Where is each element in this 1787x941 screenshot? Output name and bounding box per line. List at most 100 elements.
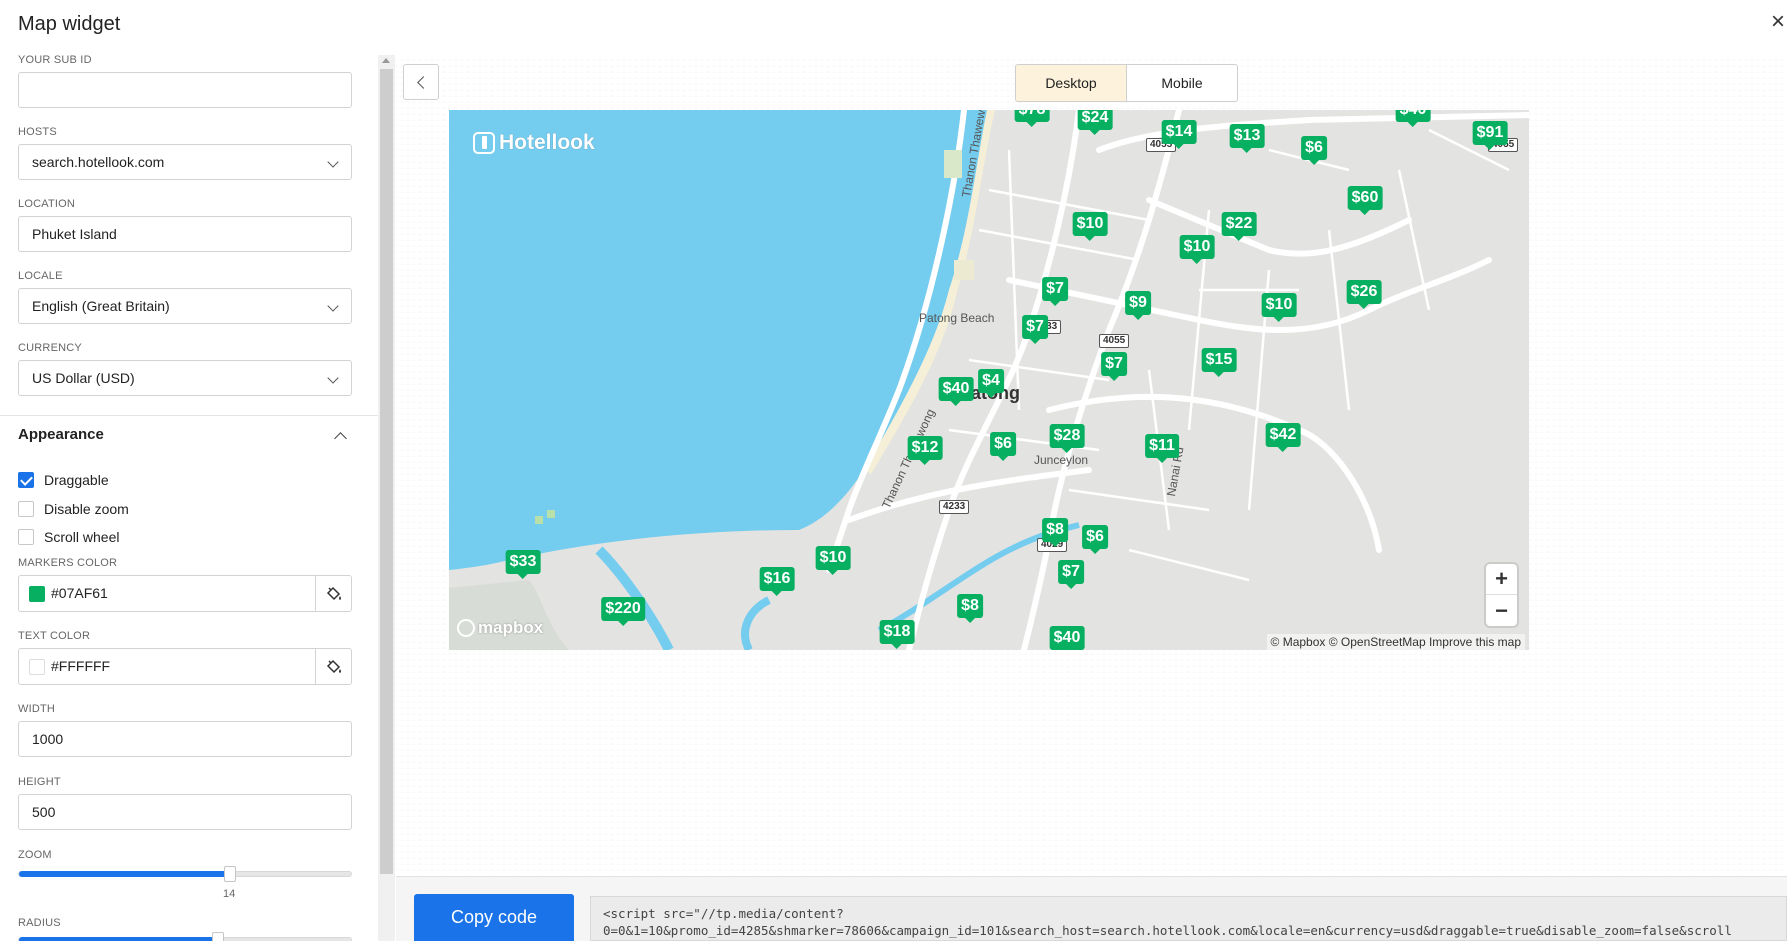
hosts-value: search.hotellook.com <box>32 154 165 170</box>
markers-color-label: MARKERS COLOR <box>18 557 118 569</box>
disable-zoom-checkbox[interactable] <box>18 501 34 517</box>
price-marker[interactable]: $16 <box>759 567 795 596</box>
price-marker[interactable]: $4 <box>978 369 1004 398</box>
price-marker[interactable]: $91 <box>1472 121 1508 150</box>
price-marker[interactable]: $7 <box>1101 352 1127 381</box>
price-marker[interactable]: $15 <box>1201 348 1237 377</box>
markers-color-swatch <box>29 586 45 602</box>
price-marker[interactable]: $10 <box>815 546 851 575</box>
price-marker[interactable]: $10 <box>1072 212 1108 241</box>
price-marker[interactable]: $28 <box>1049 424 1085 453</box>
price-marker[interactable]: $8 <box>1042 518 1068 547</box>
road-shield: 4055 <box>1099 334 1130 348</box>
map-attribution[interactable]: © Mapbox © OpenStreetMap Improve this ma… <box>1266 634 1525 650</box>
chevron-up-icon[interactable] <box>334 432 347 445</box>
back-button[interactable] <box>403 64 439 100</box>
price-marker[interactable]: $9 <box>1125 291 1151 320</box>
map-label-junceylon: Junceylon <box>1034 453 1089 467</box>
map-widget[interactable]: Hotellook Patong Beach Patong Thanon Tha… <box>449 110 1529 650</box>
sidebar-scrollbar[interactable] <box>378 55 395 941</box>
radius-slider[interactable] <box>18 932 352 941</box>
price-marker[interactable]: $60 <box>1347 186 1383 215</box>
scroll-up-icon[interactable] <box>382 58 390 63</box>
chevron-down-icon <box>327 156 339 168</box>
scrollbar-thumb[interactable] <box>380 69 393 874</box>
mapbox-logo: mapbox <box>457 618 543 638</box>
text-color-swatch <box>29 659 45 675</box>
paint-bucket-icon[interactable] <box>315 576 351 611</box>
zoom-slider-thumb[interactable] <box>224 866 236 882</box>
tab-mobile[interactable]: Mobile <box>1127 65 1237 101</box>
scroll-wheel-checkbox[interactable] <box>18 529 34 545</box>
hosts-label: HOSTS <box>18 126 57 138</box>
price-marker[interactable]: $6 <box>990 432 1016 461</box>
hosts-select[interactable]: search.hotellook.com <box>18 144 352 180</box>
chevron-down-icon <box>327 300 339 312</box>
zoom-in-button[interactable]: + <box>1486 564 1517 595</box>
zoom-slider[interactable] <box>18 866 352 882</box>
window-title: Map widget <box>18 13 121 35</box>
section-divider <box>0 415 378 416</box>
window-titlebar: Map widget × <box>0 0 1787 48</box>
currency-value: US Dollar (USD) <box>32 370 135 386</box>
price-marker[interactable]: $220 <box>601 597 645 626</box>
hotellook-brand: Hotellook <box>499 131 595 154</box>
price-marker[interactable]: $40 <box>938 377 974 406</box>
price-marker[interactable]: $42 <box>1265 423 1301 452</box>
location-label: LOCATION <box>18 198 76 210</box>
draggable-checkbox[interactable] <box>18 472 34 488</box>
draggable-label[interactable]: Draggable <box>44 472 109 488</box>
price-marker[interactable]: $14 <box>1161 120 1197 149</box>
scroll-wheel-label[interactable]: Scroll wheel <box>44 529 119 545</box>
width-label: WIDTH <box>18 703 56 715</box>
price-marker[interactable]: $26 <box>1346 280 1382 309</box>
price-marker[interactable]: $10 <box>1179 235 1215 264</box>
price-marker[interactable]: $7 <box>1058 560 1084 589</box>
markers-color-value: #07AF61 <box>51 585 108 601</box>
price-marker[interactable]: $6 <box>1082 525 1108 554</box>
price-marker[interactable]: $7 <box>1042 277 1068 306</box>
price-marker[interactable]: $24 <box>1077 110 1113 135</box>
markers-color-field[interactable]: #07AF61 <box>18 575 352 612</box>
chevron-down-icon <box>327 372 339 384</box>
hotellook-logo: Hotellook <box>473 131 595 155</box>
radius-label: RADIUS <box>18 917 61 929</box>
radius-slider-thumb[interactable] <box>212 932 224 941</box>
zoom-out-button[interactable]: − <box>1486 595 1517 626</box>
height-label: HEIGHT <box>18 776 61 788</box>
price-marker[interactable]: $7 <box>1022 315 1048 344</box>
close-icon[interactable]: × <box>1771 10 1785 34</box>
price-marker[interactable]: $13 <box>1229 124 1265 153</box>
price-marker[interactable]: $6 <box>1301 136 1327 165</box>
copy-code-button[interactable]: Copy code <box>414 894 574 941</box>
price-marker[interactable]: $78 <box>1014 110 1050 127</box>
price-marker[interactable]: $10 <box>1261 293 1297 322</box>
currency-select[interactable]: US Dollar (USD) <box>18 360 352 396</box>
sub-id-input[interactable] <box>18 72 352 108</box>
price-marker[interactable]: $40 <box>1049 626 1085 650</box>
hotellook-logo-icon <box>473 132 495 154</box>
location-input[interactable]: Phuket Island <box>18 216 352 252</box>
price-marker[interactable]: $33 <box>505 550 541 579</box>
appearance-section-title[interactable]: Appearance <box>18 426 104 443</box>
height-input[interactable]: 500 <box>18 794 352 830</box>
locale-select[interactable]: English (Great Britain) <box>18 288 352 324</box>
width-input[interactable]: 1000 <box>18 721 352 757</box>
embed-code-box[interactable]: <script src="//tp.media/content? 0=0&1=1… <box>590 896 1787 941</box>
map-zoom-control: + − <box>1486 564 1517 626</box>
paint-bucket-icon[interactable] <box>315 649 351 684</box>
price-marker[interactable]: $8 <box>957 594 983 623</box>
zoom-value: 14 <box>223 888 236 900</box>
price-marker[interactable]: $11 <box>1145 434 1179 463</box>
text-color-field[interactable]: #FFFFFF <box>18 648 352 685</box>
tab-desktop[interactable]: Desktop <box>1016 65 1127 101</box>
radius-slider-fill <box>19 937 218 941</box>
price-marker[interactable]: $22 <box>1221 212 1257 241</box>
price-marker[interactable]: $18 <box>879 620 915 649</box>
chevron-left-icon <box>417 76 430 89</box>
price-marker[interactable]: $40 <box>1395 110 1431 127</box>
price-marker[interactable]: $12 <box>907 436 943 465</box>
disable-zoom-label[interactable]: Disable zoom <box>44 501 129 517</box>
sub-id-label: YOUR SUB ID <box>18 54 92 66</box>
zoom-slider-fill <box>19 871 230 877</box>
